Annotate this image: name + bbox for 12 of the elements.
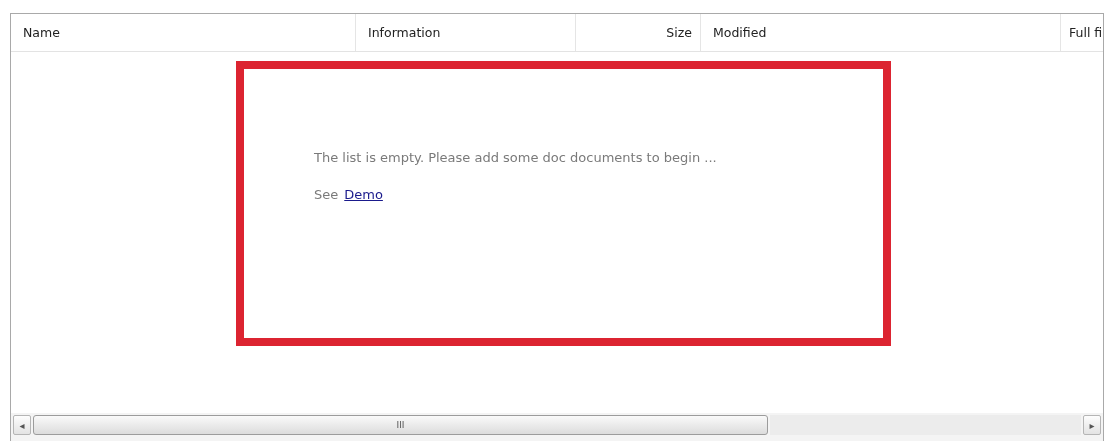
horizontal-scrollbar[interactable]: ◂ III ▸ <box>11 413 1103 441</box>
column-header[interactable]: Information <box>356 14 576 51</box>
column-header[interactable]: Size <box>576 14 701 51</box>
scroll-left-button[interactable]: ◂ <box>13 415 31 435</box>
see-label: See <box>314 187 339 202</box>
column-header[interactable]: Name <box>11 14 356 51</box>
scrollbar-thumb[interactable]: III <box>33 415 768 435</box>
demo-link[interactable]: Demo <box>344 187 383 202</box>
empty-list-message: The list is empty. Please add some doc documents to begin ... <box>314 150 718 165</box>
column-header[interactable]: Full fil <box>1061 14 1103 51</box>
scroll-right-button[interactable]: ▸ <box>1083 415 1101 435</box>
column-header[interactable]: Modified <box>701 14 1061 51</box>
